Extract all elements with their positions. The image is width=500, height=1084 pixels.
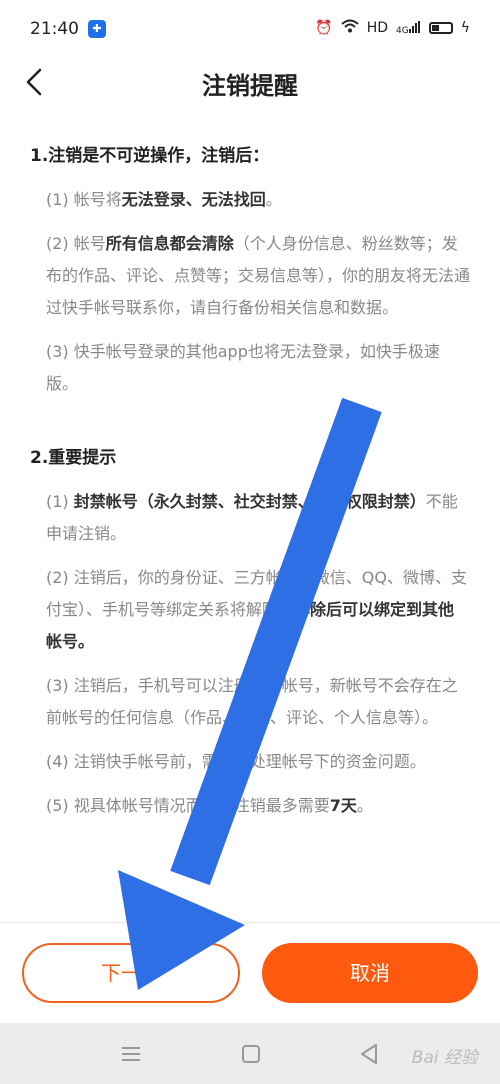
page-title: 注销提醒 <box>202 72 298 100</box>
status-time: 21:40 <box>30 19 79 39</box>
app-notification-icon: ✚ <box>88 20 106 38</box>
item-text: (3) 快手帐号登录的其他app也将无法登录，如快手极速版。 <box>46 342 440 393</box>
status-indicators: ⏰ HD 4G ϟ <box>315 19 470 37</box>
watermark: Bai 经验 <box>411 1048 478 1068</box>
list-item: (3) 注销后，手机号可以注册新的帐号，新帐号不会存在之前帐号的任何信息（作品、… <box>30 670 470 734</box>
section-irreversible: 1.注销是不可逆操作，注销后： (1) 帐号将无法登录、无法找回。 (2) 帐号… <box>30 140 470 400</box>
alarm-icon: ⏰ <box>315 20 333 36</box>
item-text: (1) 帐号将 <box>46 190 122 209</box>
item-bold-text: 7天 <box>329 796 357 815</box>
item-text: (2) 帐号 <box>46 234 106 253</box>
list-item: (1) 封禁帐号（永久封禁、社交封禁、直播权限封禁）不能申请注销。 <box>30 486 470 550</box>
wifi-icon <box>341 19 359 37</box>
back-nav-button[interactable] <box>356 1041 382 1067</box>
back-triangle-icon <box>361 1044 377 1064</box>
item-text: (4) 注销快手帐号前，需尽快处理帐号下的资金问题。 <box>46 752 426 771</box>
home-square-icon <box>242 1045 260 1063</box>
home-nav-button[interactable] <box>238 1041 264 1067</box>
header: 注销提醒 <box>0 58 500 106</box>
list-item: (5) 视具体帐号情况而定，注销最多需要7天。 <box>30 790 470 822</box>
item-text: (5) 视具体帐号情况而定，注销最多需要 <box>46 796 330 815</box>
list-item: (2) 帐号所有信息都会清除（个人身份信息、粉丝数等；发布的作品、评论、点赞等；… <box>30 228 470 324</box>
item-bold-text: 无法登录、无法找回 <box>121 190 266 209</box>
system-nav-bar: Bai 经验 <box>0 1023 500 1084</box>
network-type-label: HD <box>366 20 389 36</box>
footer: 下一步 取消 <box>0 923 500 1023</box>
battery-icon <box>428 22 453 34</box>
next-step-button[interactable]: 下一步 <box>22 943 240 1003</box>
item-bold-text: 封禁帐号（永久封禁、社交封禁、直播权限封禁） <box>73 492 426 511</box>
signal-icon: 4G <box>396 20 421 36</box>
section-title: 2.重要提示 <box>30 448 117 468</box>
item-bold-text: 所有信息都会清除 <box>105 234 234 253</box>
charging-icon: ϟ <box>460 20 470 36</box>
item-text: 。 <box>356 796 373 815</box>
section-title: 1.注销是不可逆操作，注销后： <box>30 146 270 166</box>
menu-nav-button[interactable] <box>118 1041 144 1067</box>
item-text: 。 <box>265 190 282 209</box>
list-item: (2) 注销后，你的身份证、三方帐号（微信、QQ、微博、支付宝）、手机号等绑定关… <box>30 562 470 658</box>
menu-icon <box>122 1047 140 1061</box>
main-content[interactable]: 1.注销是不可逆操作，注销后： (1) 帐号将无法登录、无法找回。 (2) 帐号… <box>30 140 470 834</box>
cancel-button[interactable]: 取消 <box>262 943 478 1003</box>
list-item: (1) 帐号将无法登录、无法找回。 <box>30 184 470 216</box>
section-important-tips: 2.重要提示 (1) 封禁帐号（永久封禁、社交封禁、直播权限封禁）不能申请注销。… <box>30 442 470 822</box>
item-text: (3) 注销后，手机号可以注册新的帐号，新帐号不会存在之前帐号的任何信息（作品、… <box>46 676 458 727</box>
list-item: (4) 注销快手帐号前，需尽快处理帐号下的资金问题。 <box>30 746 470 778</box>
status-bar: 21:40 ✚ ⏰ HD 4G ϟ <box>0 0 500 58</box>
signal-type-label: 4G <box>396 25 409 36</box>
item-text: (1) <box>46 492 74 511</box>
list-item: (3) 快手帐号登录的其他app也将无法登录，如快手极速版。 <box>30 336 470 400</box>
